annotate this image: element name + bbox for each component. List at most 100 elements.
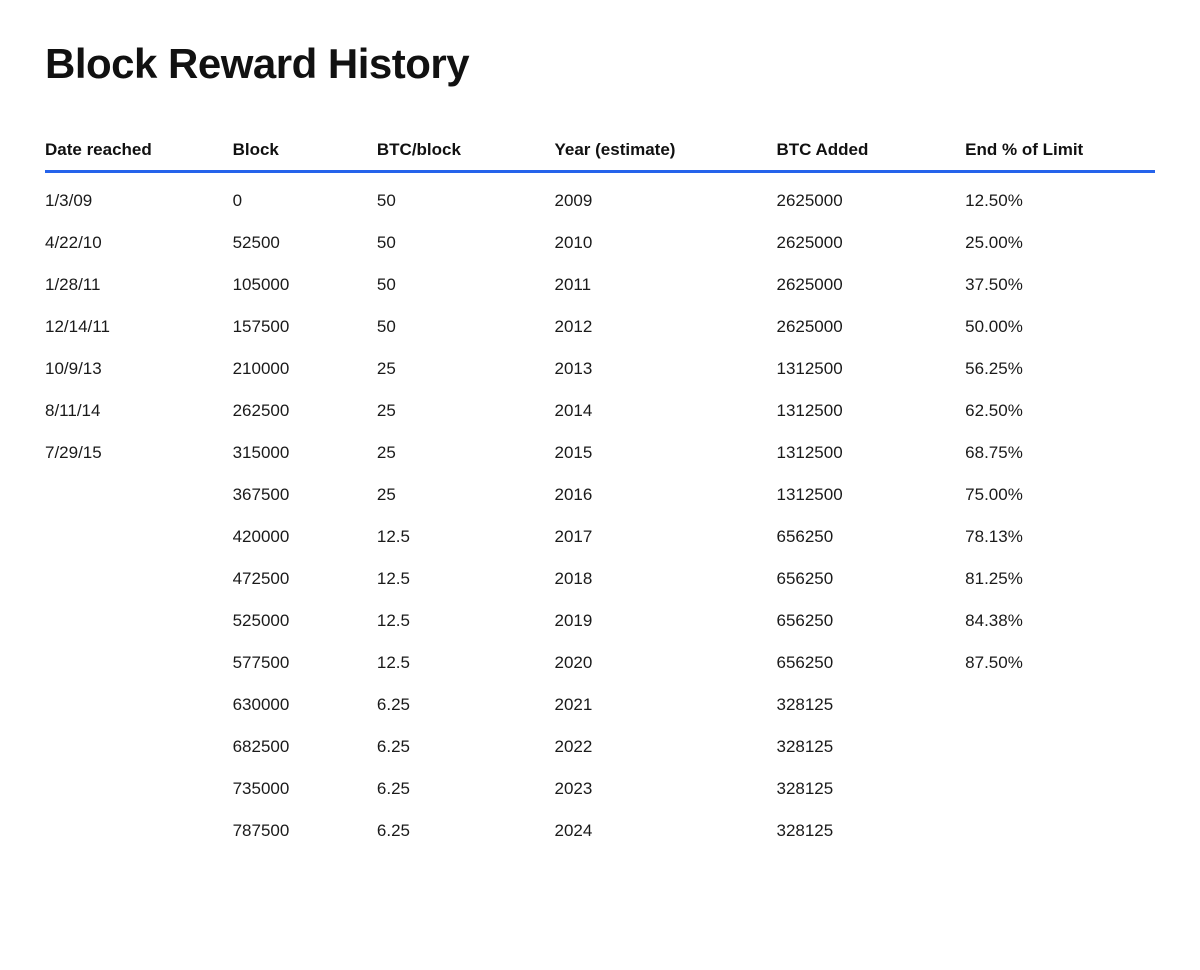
cell-btcadded: 2625000 [766, 222, 955, 264]
cell-endlimit [955, 768, 1155, 810]
cell-year: 2010 [544, 222, 766, 264]
table-row: 7350006.252023328125 [45, 768, 1155, 810]
table-row: 7875006.252024328125 [45, 810, 1155, 852]
cell-year: 2017 [544, 516, 766, 558]
table-row: 1/28/11105000502011262500037.50% [45, 264, 1155, 306]
cell-date: 1/28/11 [45, 264, 223, 306]
cell-btcblock: 50 [367, 264, 545, 306]
table-row: 42000012.5201765625078.13% [45, 516, 1155, 558]
cell-endlimit: 56.25% [955, 348, 1155, 390]
cell-block: 105000 [223, 264, 367, 306]
table-row: 367500252016131250075.00% [45, 474, 1155, 516]
cell-date: 1/3/09 [45, 172, 223, 223]
cell-btcadded: 1312500 [766, 474, 955, 516]
cell-btcblock: 25 [367, 474, 545, 516]
cell-date: 8/11/14 [45, 390, 223, 432]
cell-endlimit: 25.00% [955, 222, 1155, 264]
cell-block: 315000 [223, 432, 367, 474]
cell-btcblock: 6.25 [367, 768, 545, 810]
cell-btcadded: 328125 [766, 768, 955, 810]
cell-endlimit: 37.50% [955, 264, 1155, 306]
cell-endlimit: 81.25% [955, 558, 1155, 600]
cell-year: 2016 [544, 474, 766, 516]
cell-date: 12/14/11 [45, 306, 223, 348]
table-row: 8/11/14262500252014131250062.50% [45, 390, 1155, 432]
cell-block: 630000 [223, 684, 367, 726]
cell-date: 7/29/15 [45, 432, 223, 474]
cell-btcblock: 6.25 [367, 810, 545, 852]
table-row: 7/29/15315000252015131250068.75% [45, 432, 1155, 474]
cell-btcadded: 656250 [766, 600, 955, 642]
table-row: 4/22/1052500502010262500025.00% [45, 222, 1155, 264]
cell-endlimit: 87.50% [955, 642, 1155, 684]
cell-btcblock: 50 [367, 222, 545, 264]
cell-endlimit [955, 810, 1155, 852]
col-header-endlimit: End % of Limit [955, 128, 1155, 172]
col-header-block: Block [223, 128, 367, 172]
cell-btcblock: 12.5 [367, 558, 545, 600]
block-reward-table: Date reached Block BTC/block Year (estim… [45, 128, 1155, 852]
cell-endlimit: 78.13% [955, 516, 1155, 558]
cell-block: 157500 [223, 306, 367, 348]
cell-block: 0 [223, 172, 367, 223]
cell-date: 4/22/10 [45, 222, 223, 264]
cell-btcblock: 12.5 [367, 516, 545, 558]
cell-block: 682500 [223, 726, 367, 768]
cell-btcblock: 50 [367, 172, 545, 223]
cell-block: 52500 [223, 222, 367, 264]
cell-block: 210000 [223, 348, 367, 390]
cell-btcadded: 328125 [766, 726, 955, 768]
cell-endlimit: 84.38% [955, 600, 1155, 642]
table-row: 47250012.5201865625081.25% [45, 558, 1155, 600]
cell-block: 577500 [223, 642, 367, 684]
cell-btcadded: 328125 [766, 810, 955, 852]
table-row: 6300006.252021328125 [45, 684, 1155, 726]
cell-btcadded: 656250 [766, 642, 955, 684]
table-row: 12/14/11157500502012262500050.00% [45, 306, 1155, 348]
cell-btcadded: 2625000 [766, 172, 955, 223]
cell-block: 472500 [223, 558, 367, 600]
table-row: 1/3/090502009262500012.50% [45, 172, 1155, 223]
cell-date [45, 726, 223, 768]
cell-block: 367500 [223, 474, 367, 516]
cell-btcadded: 328125 [766, 684, 955, 726]
cell-date [45, 558, 223, 600]
cell-btcblock: 25 [367, 348, 545, 390]
cell-date [45, 516, 223, 558]
col-header-btcadded: BTC Added [766, 128, 955, 172]
cell-btcblock: 25 [367, 390, 545, 432]
cell-year: 2021 [544, 684, 766, 726]
cell-year: 2023 [544, 768, 766, 810]
cell-btcblock: 6.25 [367, 726, 545, 768]
cell-btcadded: 2625000 [766, 264, 955, 306]
cell-btcadded: 1312500 [766, 432, 955, 474]
cell-year: 2015 [544, 432, 766, 474]
cell-date [45, 600, 223, 642]
cell-year: 2019 [544, 600, 766, 642]
cell-block: 525000 [223, 600, 367, 642]
cell-date [45, 474, 223, 516]
cell-year: 2024 [544, 810, 766, 852]
cell-block: 420000 [223, 516, 367, 558]
cell-date [45, 642, 223, 684]
cell-date [45, 768, 223, 810]
cell-btcadded: 1312500 [766, 390, 955, 432]
col-header-date: Date reached [45, 128, 223, 172]
col-header-btcblock: BTC/block [367, 128, 545, 172]
cell-endlimit: 75.00% [955, 474, 1155, 516]
cell-btcblock: 12.5 [367, 600, 545, 642]
cell-btcadded: 1312500 [766, 348, 955, 390]
cell-year: 2011 [544, 264, 766, 306]
cell-btcblock: 25 [367, 432, 545, 474]
cell-block: 262500 [223, 390, 367, 432]
cell-date: 10/9/13 [45, 348, 223, 390]
cell-year: 2013 [544, 348, 766, 390]
cell-endlimit [955, 684, 1155, 726]
cell-date [45, 684, 223, 726]
cell-btcblock: 50 [367, 306, 545, 348]
cell-year: 2014 [544, 390, 766, 432]
cell-btcadded: 656250 [766, 558, 955, 600]
cell-date [45, 810, 223, 852]
table-row: 52500012.5201965625084.38% [45, 600, 1155, 642]
table-header-row: Date reached Block BTC/block Year (estim… [45, 128, 1155, 172]
